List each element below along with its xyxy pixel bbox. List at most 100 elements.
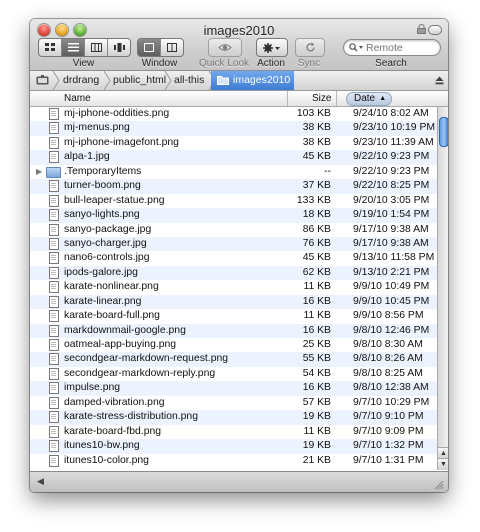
file-size: 16 KB [302, 295, 331, 307]
file-row[interactable]: karate-nonlinear.png 11 KB 9/9/10 10:49 PM [30, 280, 437, 294]
file-date: 9/7/10 1:32 PM [353, 440, 424, 452]
disclosure-triangle-icon[interactable]: ▶ [36, 165, 42, 179]
document-icon [49, 440, 59, 453]
file-date: 9/8/10 8:30 AM [353, 339, 423, 350]
file-row[interactable]: alpa-1.jpg 45 KB 9/22/10 9:23 PM [30, 150, 437, 165]
file-date: 9/8/10 12:38 AM [353, 382, 429, 394]
search-field[interactable] [343, 39, 441, 56]
scrollbar-thumb[interactable] [439, 117, 448, 147]
file-row[interactable]: karate-stress-distribution.png 19 KB 9/7/1… [30, 410, 437, 425]
view-label: View [72, 58, 95, 69]
file-size: 86 KB [302, 223, 331, 235]
file-row[interactable]: sanyo-lights.png 18 KB 9/19/10 1:54 PM [30, 208, 437, 223]
path-separator-icon [103, 71, 111, 90]
sync-button[interactable] [295, 38, 325, 57]
file-row[interactable]: itunes10-bw.png 19 KB 9/7/10 1:32 PM [30, 439, 437, 454]
quick-look-button[interactable] [208, 38, 242, 57]
document-icon [49, 310, 59, 323]
folder-icon [46, 166, 61, 178]
file-row[interactable]: itunes10-color.png 21 KB 9/7/10 1:31 PM [30, 454, 437, 468]
file-name: nano6-controls.jpg [64, 252, 150, 264]
file-row[interactable]: ▶ .TemporaryItems -- 9/22/10 9:23 PM [30, 165, 437, 179]
file-row[interactable]: karate-board-fbd.png 11 KB 9/7/10 9:09 PM [30, 425, 437, 439]
size-column-header[interactable]: Size [312, 91, 331, 106]
file-row[interactable]: oatmeal-app-buying.png 25 KB 9/8/10 8:30 A… [30, 338, 437, 352]
document-icon [49, 324, 59, 337]
file-row[interactable]: mj-iphone-imagefont.png 38 KB 9/23/10 11:3… [30, 136, 437, 150]
file-row[interactable]: secondgear-markdown-request.png 55 KB 9/8/… [30, 352, 437, 367]
file-row[interactable]: impulse.png 16 KB 9/8/10 12:38 AM [30, 381, 437, 396]
coverflow-view-button[interactable] [108, 39, 130, 56]
date-column-header[interactable]: Date ▲ [346, 92, 393, 106]
document-icon [49, 237, 59, 250]
file-name: sanyo-lights.png [64, 209, 140, 221]
single-pane-button[interactable] [138, 39, 161, 56]
file-row[interactable]: secondgear-markdown-reply.png 54 KB 9/8/10… [30, 367, 437, 381]
file-name: impulse.png [64, 382, 121, 394]
eject-icon[interactable] [435, 76, 444, 85]
toolbar-toggle-button[interactable] [428, 25, 442, 35]
list-view-button[interactable] [62, 39, 85, 56]
search-input[interactable] [366, 40, 436, 55]
document-icon [49, 295, 59, 308]
scroll-down-arrow[interactable]: ▼ [438, 458, 448, 470]
file-row[interactable]: turner-boom.png 37 KB 9/22/10 8:25 PM [30, 179, 437, 194]
file-name: bull-leaper-statue.png [64, 194, 165, 206]
file-row[interactable]: sanyo-charger.jpg 76 KB 9/17/10 9:38 AM [30, 236, 437, 252]
action-button[interactable] [256, 38, 288, 57]
lock-icon [417, 24, 426, 34]
document-icon [49, 122, 59, 135]
file-row[interactable]: karate-linear.png 16 KB 9/9/10 10:45 PM [30, 294, 437, 310]
breadcrumb-drdrang[interactable]: drdrang [63, 71, 99, 90]
file-name: sanyo-package.jpg [64, 223, 152, 235]
vertical-scrollbar[interactable]: ▲ ▼ [437, 107, 448, 470]
breadcrumb-images2010[interactable]: images2010 ▾ [211, 71, 294, 103]
file-name: damped-vibration.png [64, 396, 165, 408]
file-name: ipods-galore.jpg [64, 266, 138, 278]
file-row[interactable]: mj-iphone-oddities.png 103 KB 9/24/10 8:02… [30, 107, 437, 121]
eye-icon [218, 44, 232, 51]
dual-pane-button[interactable] [161, 39, 183, 56]
scroll-left-arrow[interactable]: ◀ [37, 476, 44, 487]
file-row[interactable]: ipods-galore.jpg 62 KB 9/13/10 2:21 PM [30, 265, 437, 281]
window-mode-control[interactable] [137, 38, 184, 57]
document-icon [49, 339, 59, 351]
file-row[interactable]: bull-leaper-statue.png 133 KB 9/20/10 3:05… [30, 194, 437, 208]
document-icon [49, 151, 59, 164]
file-row[interactable]: markdownmail-google.png 16 KB 9/8/10 12:46… [30, 323, 437, 338]
quick-look-label: Quick Look [198, 58, 250, 69]
file-size: 45 KB [302, 252, 331, 264]
sync-icon [305, 42, 315, 52]
breadcrumb-all-this[interactable]: all-this [174, 71, 204, 90]
file-list: mj-iphone-oddities.png 103 KB 9/24/10 8:02… [30, 107, 437, 471]
sort-ascending-icon: ▲ [379, 95, 387, 102]
file-name: karate-board-full.png [64, 310, 160, 322]
document-icon [49, 108, 59, 120]
column-view-button[interactable] [85, 39, 108, 56]
file-name: secondgear-markdown-request.png [64, 353, 229, 365]
file-date: 9/8/10 12:46 PM [353, 324, 430, 336]
file-row[interactable]: mj-menus.png 38 KB 9/23/10 10:19 PM [30, 121, 437, 136]
document-icon [49, 223, 59, 236]
file-name: oatmeal-app-buying.png [64, 339, 177, 350]
icon-view-button[interactable] [39, 39, 62, 56]
file-name: karate-nonlinear.png [64, 281, 159, 293]
file-row[interactable]: nano6-controls.jpg 45 KB 9/13/10 11:58 PM [30, 251, 437, 265]
computer-icon[interactable] [36, 75, 49, 86]
window-title: images2010 [203, 23, 275, 38]
file-name: alpa-1.jpg [64, 151, 110, 163]
file-name: markdownmail-google.png [64, 324, 186, 336]
file-name: secondgear-markdown-reply.png [64, 367, 216, 379]
file-row[interactable]: damped-vibration.png 57 KB 9/7/10 10:29 PM [30, 396, 437, 410]
breadcrumb-public-html[interactable]: public_html [113, 71, 166, 90]
file-row[interactable]: sanyo-package.jpg 86 KB 9/17/10 9:38 AM [30, 223, 437, 237]
path-bar: drdrang public_html all-this images2010 … [30, 71, 448, 103]
file-row[interactable]: karate-board-full.png 11 KB 9/9/10 8:56 PM [30, 309, 437, 323]
document-icon [49, 136, 59, 149]
view-mode-control[interactable] [38, 38, 131, 57]
file-name: mj-menus.png [64, 122, 130, 134]
name-column-header[interactable]: Name [64, 91, 91, 106]
list-icon [67, 43, 79, 52]
document-icon [49, 180, 59, 193]
resize-grip-icon[interactable] [434, 480, 444, 490]
